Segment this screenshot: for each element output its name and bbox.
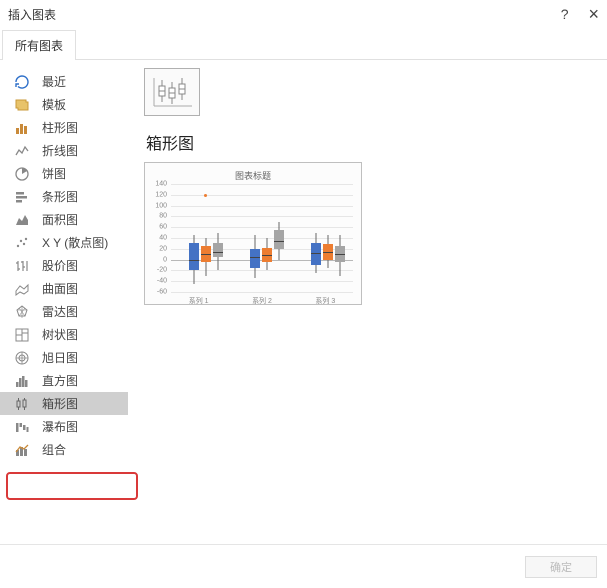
sidebar-item-label: 瀑布图 [42, 418, 78, 435]
box-groups [171, 184, 353, 292]
chart-subtype-boxplot[interactable] [144, 68, 200, 116]
boxplot-chart-icon [14, 396, 30, 412]
tab-all-charts[interactable]: 所有图表 [2, 30, 76, 60]
boxplot-variant-icon [150, 74, 194, 110]
sidebar-item-boxplot[interactable]: 箱形图 [0, 392, 128, 415]
subtype-title: 箱形图 [146, 130, 591, 154]
sidebar-item-scatter[interactable]: X Y (散点图) [0, 231, 128, 254]
sidebar-item-label: 条形图 [42, 188, 78, 205]
sidebar-item-pie[interactable]: 饼图 [0, 162, 128, 185]
sidebar-item-bar[interactable]: 条形图 [0, 185, 128, 208]
x-axis-labels: 系列 1系列 2系列 3 [167, 296, 357, 306]
sidebar-item-area[interactable]: 面积图 [0, 208, 128, 231]
sidebar-item-label: 面积图 [42, 211, 78, 228]
sidebar-item-label: X Y (散点图) [42, 234, 108, 251]
waterfall-chart-icon [14, 419, 30, 435]
sidebar-item-label: 柱形图 [42, 119, 78, 136]
sidebar-item-combo[interactable]: 组合 [0, 438, 128, 461]
y-axis: -60-40-20020406080100120140 [149, 184, 169, 292]
window-controls: ? × [561, 4, 599, 25]
sidebar-item-label: 曲面图 [42, 280, 78, 297]
pie-chart-icon [14, 166, 30, 182]
main-area: 最近 模板 柱形图 折线图 饼图 条形图 面积图 X Y (散点图) 股价图 曲… [0, 60, 607, 530]
area-chart-icon [14, 212, 30, 228]
sidebar-item-column[interactable]: 柱形图 [0, 116, 128, 139]
preview-title: 图表标题 [149, 169, 357, 182]
sidebar-item-histogram[interactable]: 直方图 [0, 369, 128, 392]
sidebar-item-surface[interactable]: 曲面图 [0, 277, 128, 300]
line-chart-icon [14, 143, 30, 159]
surface-chart-icon [14, 281, 30, 297]
template-icon [14, 97, 30, 113]
sidebar-item-treemap[interactable]: 树状图 [0, 323, 128, 346]
dialog-footer: 确定 [0, 544, 607, 588]
sidebar-item-label: 直方图 [42, 372, 78, 389]
sunburst-chart-icon [14, 350, 30, 366]
stock-chart-icon [14, 258, 30, 274]
recent-icon [14, 74, 30, 90]
sidebar-item-label: 最近 [42, 73, 66, 90]
title-bar: 插入图表 ? × [0, 0, 607, 28]
sidebar-item-label: 组合 [42, 441, 66, 458]
sidebar-item-template[interactable]: 模板 [0, 93, 128, 116]
chart-preview[interactable]: 图表标题 -60-40-20020406080100120140 系列 1系列 … [144, 162, 362, 305]
sidebar-item-label: 树状图 [42, 326, 78, 343]
radar-chart-icon [14, 304, 30, 320]
sidebar-item-label: 旭日图 [42, 349, 78, 366]
sidebar-item-waterfall[interactable]: 瀑布图 [0, 415, 128, 438]
ok-button[interactable]: 确定 [525, 556, 597, 578]
sidebar-item-label: 箱形图 [42, 395, 78, 412]
sidebar-item-label: 折线图 [42, 142, 78, 159]
sidebar-item-label: 模板 [42, 96, 66, 113]
help-button[interactable]: ? [561, 6, 569, 22]
tab-bar: 所有图表 [0, 28, 607, 60]
sidebar-item-label: 雷达图 [42, 303, 78, 320]
sidebar-item-recent[interactable]: 最近 [0, 70, 128, 93]
scatter-chart-icon [14, 235, 30, 251]
chart-type-sidebar: 最近 模板 柱形图 折线图 饼图 条形图 面积图 X Y (散点图) 股价图 曲… [0, 60, 128, 530]
close-button[interactable]: × [588, 4, 599, 25]
sidebar-item-radar[interactable]: 雷达图 [0, 300, 128, 323]
sidebar-item-stock[interactable]: 股价图 [0, 254, 128, 277]
sidebar-item-label: 饼图 [42, 165, 66, 182]
combo-chart-icon [14, 442, 30, 458]
sidebar-item-line[interactable]: 折线图 [0, 139, 128, 162]
treemap-chart-icon [14, 327, 30, 343]
bar-chart-icon [14, 189, 30, 205]
histogram-chart-icon [14, 373, 30, 389]
column-chart-icon [14, 120, 30, 136]
plot-area: -60-40-20020406080100120140 [149, 184, 357, 292]
sidebar-item-label: 股价图 [42, 257, 78, 274]
window-title: 插入图表 [8, 6, 56, 23]
sidebar-item-sunburst[interactable]: 旭日图 [0, 346, 128, 369]
content-panel: 箱形图 图表标题 -60-40-20020406080100120140 系列 … [128, 60, 607, 530]
